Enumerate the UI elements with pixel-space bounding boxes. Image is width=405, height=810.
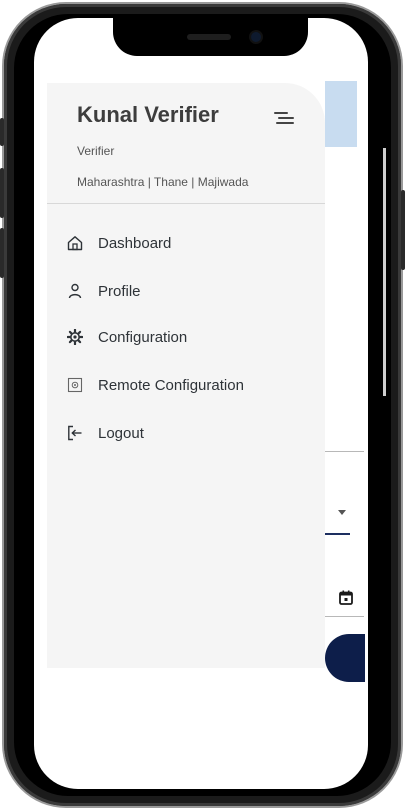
dropdown-arrow-icon[interactable] bbox=[338, 510, 346, 515]
nav-item-profile[interactable]: Profile bbox=[47, 271, 325, 311]
nav-label: Remote Configuration bbox=[98, 377, 244, 394]
nav-label: Logout bbox=[98, 425, 144, 442]
menu-collapse-icon[interactable] bbox=[274, 111, 296, 125]
nav-item-dashboard[interactable]: Dashboard bbox=[47, 223, 325, 263]
volume-down-button bbox=[0, 228, 4, 278]
calendar-icon[interactable] bbox=[339, 590, 353, 605]
nav-label: Profile bbox=[98, 283, 141, 300]
nav-item-configuration[interactable]: Configuration bbox=[47, 317, 325, 357]
user-role: Verifier bbox=[77, 144, 115, 158]
logout-icon bbox=[68, 425, 82, 441]
nav-label: Configuration bbox=[98, 329, 188, 346]
scrollbar[interactable] bbox=[383, 148, 386, 396]
navigation-drawer: Kunal Verifier Verifier Maharashtra | Th… bbox=[47, 83, 325, 668]
user-name: Kunal Verifier bbox=[77, 102, 219, 127]
power-button bbox=[401, 190, 405, 270]
nav-item-remote-configuration[interactable]: Remote Configuration bbox=[47, 365, 325, 405]
remote-settings-icon bbox=[67, 377, 83, 393]
nav-label: Dashboard bbox=[98, 235, 172, 252]
submit-button[interactable] bbox=[325, 634, 365, 682]
dropdown-field-underline[interactable] bbox=[325, 533, 350, 535]
person-icon bbox=[68, 283, 82, 299]
phone-notch bbox=[113, 18, 308, 56]
date-field-underline[interactable] bbox=[325, 616, 364, 617]
speaker bbox=[187, 34, 231, 40]
silent-switch bbox=[0, 118, 4, 146]
home-icon bbox=[67, 236, 83, 251]
app-header-bar bbox=[325, 81, 357, 147]
input-field-underline[interactable] bbox=[325, 451, 364, 452]
nav-item-logout[interactable]: Logout bbox=[47, 413, 325, 453]
front-camera bbox=[251, 32, 261, 42]
gear-icon bbox=[67, 329, 83, 345]
volume-up-button bbox=[0, 168, 4, 218]
user-location: Maharashtra | Thane | Majiwada bbox=[77, 175, 249, 189]
drawer-header: Kunal Verifier Verifier Maharashtra | Th… bbox=[47, 83, 325, 204]
